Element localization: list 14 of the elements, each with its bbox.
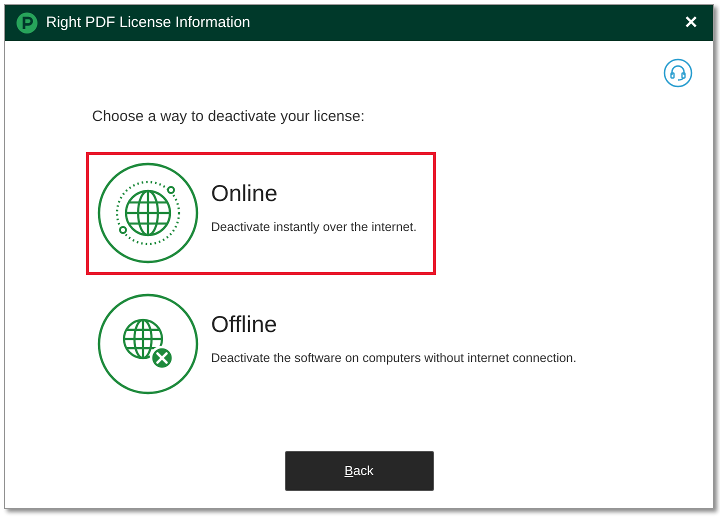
globe-x-icon bbox=[97, 293, 199, 395]
option-title: Offline bbox=[211, 310, 278, 339]
globe-orbit-icon bbox=[97, 162, 199, 264]
option-description: Deactivate instantly over the internet. bbox=[211, 219, 417, 236]
deactivation-option[interactable]: Online Deactivate instantly over the internet. bbox=[86, 152, 436, 274]
option-description: Deactivate the software on computers without internet connection. bbox=[211, 350, 576, 367]
close-button[interactable]: ✕ bbox=[680, 10, 702, 36]
instruction-text: Choose a way to deactivate your license: bbox=[92, 107, 366, 127]
headset-support-icon[interactable] bbox=[663, 58, 693, 88]
deactivation-option[interactable]: Offline Deactivate the software on computers without internet connection. bbox=[86, 282, 646, 406]
back-button[interactable]: Back bbox=[284, 451, 434, 491]
window-title: Right PDF License Information bbox=[46, 12, 252, 33]
option-title: Online bbox=[211, 179, 278, 208]
app-logo-icon bbox=[16, 12, 38, 34]
